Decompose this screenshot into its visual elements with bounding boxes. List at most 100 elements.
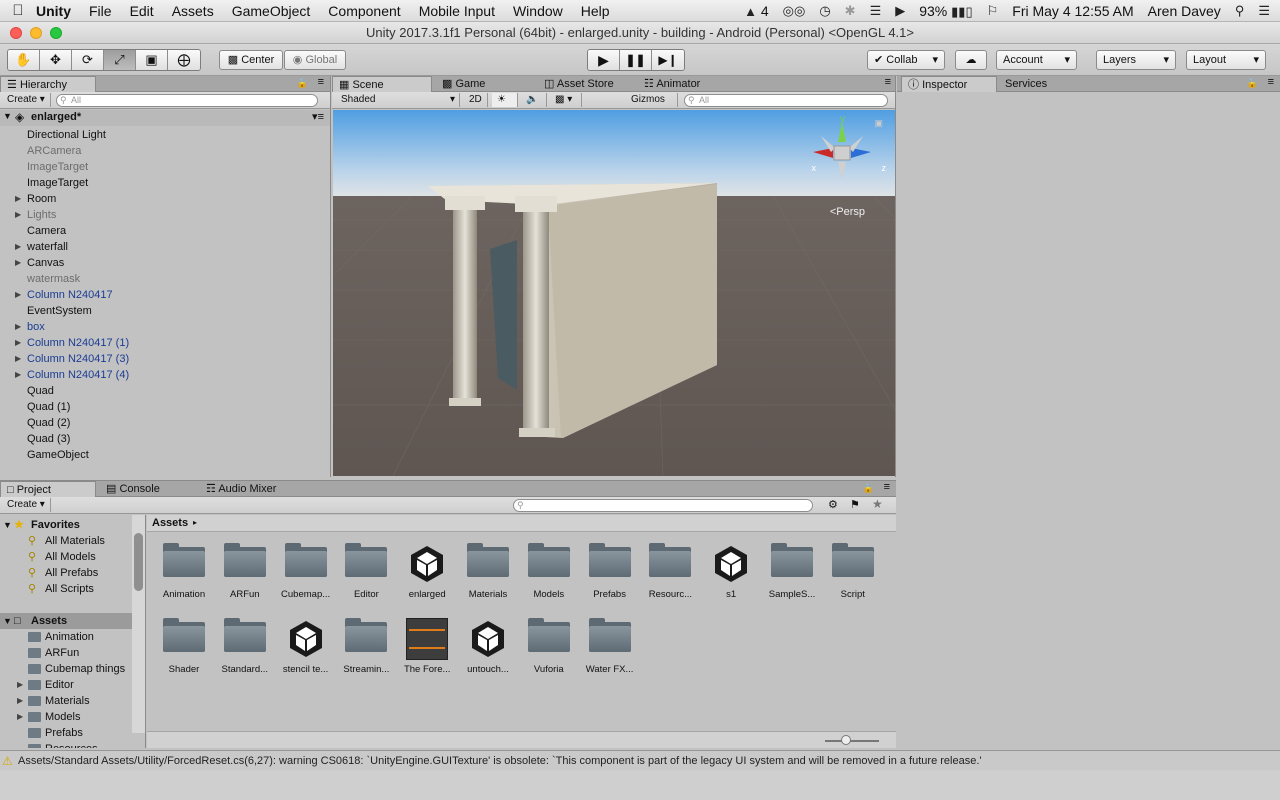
console-status-bar[interactable]: ⚠ Assets/Standard Assets/Utility/ForcedR… (0, 750, 1280, 770)
menu-file[interactable]: File (89, 3, 112, 19)
menu-gameobject[interactable]: GameObject (232, 3, 311, 19)
pivot-global-button[interactable]: ◉ Global (284, 50, 346, 70)
tab-asset-store[interactable]: ◫ Asset Store (538, 76, 638, 92)
expand-arrow-icon[interactable]: ▶ (15, 255, 21, 271)
asset-grid-item[interactable]: SampleS... (764, 543, 820, 600)
wifi-icon[interactable]: ☰ (870, 3, 882, 19)
asset-grid-item[interactable]: Prefabs (582, 543, 638, 600)
time-machine-icon[interactable]: ◷ (819, 3, 830, 19)
panel-menu-icon[interactable]: ≡ (1268, 76, 1274, 88)
project-search-input[interactable]: ⚲ (513, 499, 813, 512)
asset-grid-item[interactable]: Water FX... (582, 618, 638, 675)
hierarchy-item[interactable]: ▶ Column N240417 (4) (0, 367, 330, 383)
asset-grid-item[interactable]: enlarged (399, 543, 455, 600)
flag-icon[interactable]: ⚐ (987, 3, 999, 19)
tab-game[interactable]: ▩ Game (436, 76, 536, 92)
glasses-icon[interactable]: ◎◎ (783, 3, 806, 19)
hierarchy-item[interactable]: Camera (0, 223, 330, 239)
menu-component[interactable]: Component (328, 3, 400, 19)
hierarchy-create-dropdown[interactable]: Create ▾ (2, 93, 51, 107)
expand-arrow-icon[interactable]: ▶ (15, 367, 21, 383)
tab-services[interactable]: Services (999, 76, 1089, 92)
gizmo-lock-icon[interactable]: ▣ (874, 118, 883, 129)
hierarchy-item[interactable]: GameObject (0, 447, 330, 463)
expand-arrow-icon[interactable]: ▶ (17, 677, 23, 693)
panel-menu-icon[interactable]: ≡ (884, 481, 890, 493)
expand-arrow-icon[interactable]: ▶ (15, 191, 21, 207)
hierarchy-item[interactable]: ImageTarget (0, 175, 330, 191)
hierarchy-item[interactable]: watermask (0, 271, 330, 287)
lock-icon[interactable]: 🔒 (1247, 78, 1258, 89)
battery-status[interactable]: 93% ▮▮▯ (919, 3, 972, 20)
close-window-button[interactable] (10, 27, 22, 39)
icon-size-slider[interactable] (825, 740, 879, 742)
expand-arrow-icon[interactable]: ▶ (15, 287, 21, 303)
asset-grid-item[interactable]: Materials (460, 543, 516, 600)
asset-grid-item[interactable]: Script (825, 543, 881, 600)
step-icon[interactable]: ▶❙ (652, 50, 684, 70)
expand-arrow-icon[interactable]: ▶ (15, 319, 21, 335)
hierarchy-item[interactable]: ▶ Column N240417 (3) (0, 351, 330, 367)
asset-grid-item[interactable]: Standard... (217, 618, 273, 675)
asset-grid-item[interactable]: Resourc... (642, 543, 698, 600)
hierarchy-item[interactable]: ARCamera (0, 143, 330, 159)
expand-arrow-icon[interactable]: ▶ (15, 207, 21, 223)
account-dropdown[interactable]: Account ▾ (996, 50, 1077, 70)
hierarchy-item[interactable]: Quad (3) (0, 431, 330, 447)
scene-menu-icon[interactable]: ▾≡ (312, 110, 324, 123)
expand-arrow-icon[interactable]: ▶ (15, 351, 21, 367)
tab-inspector[interactable]: ⓘ Inspector (901, 76, 997, 92)
layout-dropdown[interactable]: Layout ▾ (1186, 50, 1266, 70)
expand-arrow-icon[interactable]: ▼ (3, 517, 12, 533)
asset-grid-item[interactable]: The Fore... (399, 618, 455, 675)
notification-center-icon[interactable]: ☰ (1258, 3, 1270, 19)
lighting-toggle[interactable]: ☀ (492, 93, 518, 107)
hierarchy-item[interactable]: ▶ waterfall (0, 239, 330, 255)
hierarchy-item[interactable]: ▶ Column N240417 (0, 287, 330, 303)
assets-header[interactable]: ▼ □ Assets (0, 613, 132, 629)
hierarchy-item[interactable]: Directional Light (0, 127, 330, 143)
hierarchy-item[interactable]: ▶ box (0, 319, 330, 335)
asset-grid-item[interactable]: ARFun (217, 543, 273, 600)
toggle-2d-button[interactable]: 2D (464, 93, 488, 107)
project-create-dropdown[interactable]: Create ▾ (2, 498, 51, 512)
tab-scene[interactable]: ▦ Scene (332, 76, 432, 92)
filter-by-type-icon[interactable]: ⚙ (828, 498, 838, 511)
asset-grid-item[interactable]: Vuforia (521, 618, 577, 675)
rect-tool-icon[interactable]: ▣ (136, 50, 168, 70)
hierarchy-item[interactable]: ▶ Canvas (0, 255, 330, 271)
asset-grid-item[interactable]: s1 (703, 543, 759, 600)
adobe-status[interactable]: ▲ 4 (744, 3, 769, 19)
transform-tool-icon[interactable]: ⨁ (168, 50, 200, 70)
hierarchy-item[interactable]: Quad (1) (0, 399, 330, 415)
minimize-window-button[interactable] (30, 27, 42, 39)
asset-grid-item[interactable]: Streamin... (338, 618, 394, 675)
scale-tool-icon[interactable]: ⤢ (104, 50, 136, 70)
expand-arrow-icon[interactable]: ▶ (17, 709, 23, 725)
volume-icon[interactable]: ▶ (895, 3, 905, 19)
panel-menu-icon[interactable]: ≡ (885, 76, 891, 88)
tab-audio-mixer[interactable]: ☶ Audio Mixer (200, 481, 310, 497)
tab-console[interactable]: ▤ Console (100, 481, 200, 497)
hand-tool-icon[interactable]: ✋ (8, 50, 40, 70)
expand-arrow-icon[interactable]: ▶ (15, 239, 21, 255)
panel-menu-icon[interactable]: ≡ (318, 76, 324, 88)
clock[interactable]: Fri May 4 12:55 AM (1012, 3, 1133, 19)
pivot-center-button[interactable]: ▩ Center (219, 50, 283, 70)
tab-animator[interactable]: ☷ Animator (638, 76, 738, 92)
gizmos-dropdown[interactable]: Gizmos ▾ (626, 93, 678, 119)
spotlight-search-icon[interactable]: ⚲ (1235, 3, 1245, 19)
menu-window[interactable]: Window (513, 3, 563, 19)
asset-grid-item[interactable]: Animation (156, 543, 212, 600)
tree-scrollbar-thumb[interactable] (134, 533, 143, 591)
expand-arrow-icon[interactable]: ▶ (17, 693, 23, 709)
pause-icon[interactable]: ❚❚ (620, 50, 652, 70)
asset-grid-item[interactable]: Shader (156, 618, 212, 675)
favorite-star-icon[interactable]: ★ (872, 497, 883, 511)
menu-assets[interactable]: Assets (172, 3, 214, 19)
expand-arrow-icon[interactable]: ▼ (3, 613, 12, 629)
menu-help[interactable]: Help (581, 3, 610, 19)
hierarchy-item[interactable]: ▶ Lights (0, 207, 330, 223)
shading-mode-dropdown[interactable]: Shaded ▾ (336, 93, 460, 107)
asset-grid-item[interactable]: Cubemap... (278, 543, 334, 600)
